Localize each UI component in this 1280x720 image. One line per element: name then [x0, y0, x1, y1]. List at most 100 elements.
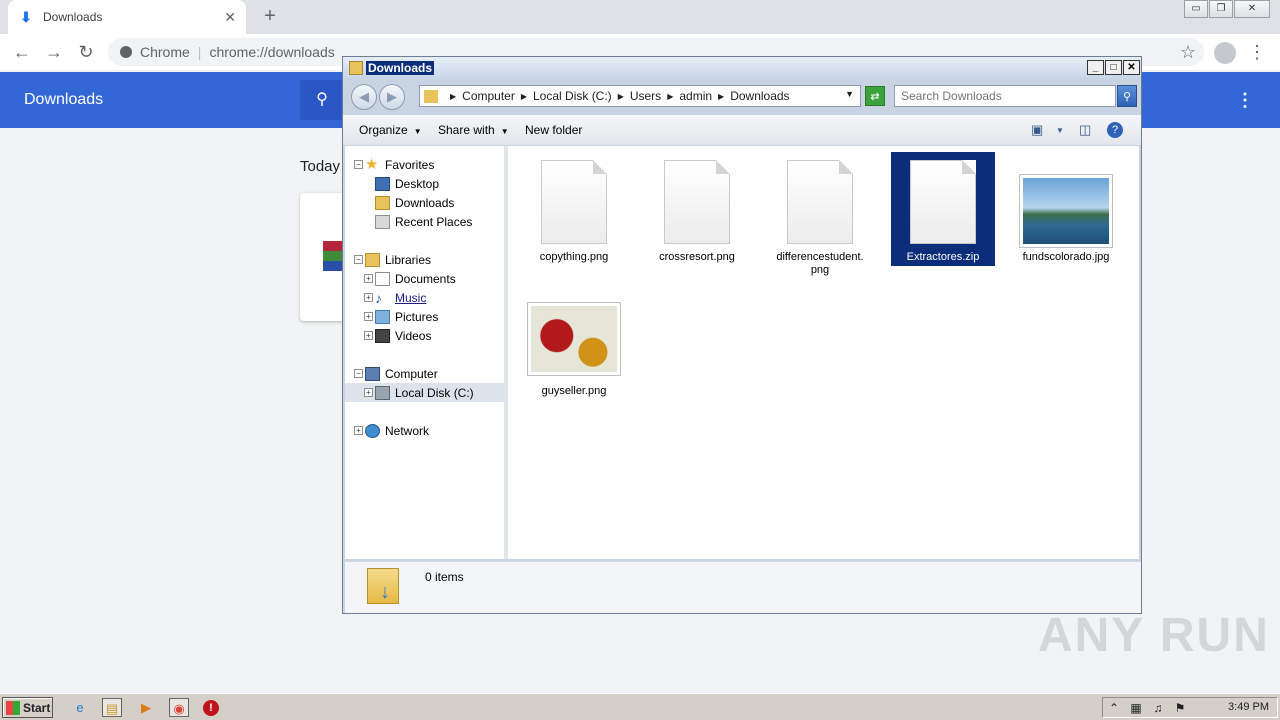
expand-icon[interactable]: +: [364, 274, 373, 283]
explorer-back-button[interactable]: ◀: [351, 84, 377, 110]
nav-pictures[interactable]: + Pictures: [345, 307, 504, 326]
landscape-thumbnail: [1019, 174, 1113, 248]
start-button[interactable]: Start: [2, 697, 53, 718]
explorer-titlebar[interactable]: Downloads _ □ ✕: [343, 57, 1141, 79]
chrome-taskbar-icon[interactable]: ◉: [169, 698, 189, 717]
file-item-selected[interactable]: Extractores.zip: [891, 152, 995, 266]
nav-documents[interactable]: + Documents: [345, 269, 504, 288]
site-info-icon[interactable]: [120, 46, 132, 58]
nav-label: Local Disk (C:): [395, 385, 474, 400]
refresh-icon[interactable]: ⇄: [865, 86, 885, 106]
generic-file-icon: [664, 160, 730, 244]
internet-explorer-icon[interactable]: e: [70, 698, 90, 717]
nav-label: Downloads: [395, 195, 455, 210]
pictures-icon: [375, 309, 390, 324]
nav-local-disk[interactable]: + Local Disk (C:): [345, 383, 504, 402]
help-icon[interactable]: ?: [1107, 122, 1123, 138]
close-tab-icon[interactable]: ✕: [224, 9, 236, 26]
explorer-taskbar-icon[interactable]: ▤: [102, 698, 122, 717]
expand-icon[interactable]: +: [364, 331, 373, 340]
collapse-icon[interactable]: −: [354, 369, 363, 378]
file-item[interactable]: differencestudent. png: [768, 152, 872, 278]
chrome-tab-strip: ⬇ Downloads ✕ + ▭ ❐ ✕: [0, 0, 1280, 34]
forward-button[interactable]: →: [42, 40, 66, 64]
file-item[interactable]: crossresort.png: [645, 152, 749, 264]
chevron-down-icon[interactable]: ▼: [1056, 126, 1064, 135]
network-tray-icon[interactable]: ▦: [1125, 701, 1147, 715]
search-icon[interactable]: ⚲: [1117, 85, 1137, 107]
explorer-close-button[interactable]: ✕: [1123, 60, 1140, 75]
collapse-icon[interactable]: −: [354, 255, 363, 264]
minimize-window-button[interactable]: ▭: [1184, 0, 1208, 18]
flowers-thumbnail: [527, 302, 621, 376]
volume-icon[interactable]: ♫: [1147, 701, 1169, 715]
documents-icon: [375, 271, 390, 286]
watermark: ANY RUN: [1038, 609, 1270, 662]
tab-downloads[interactable]: ⬇ Downloads ✕: [8, 0, 246, 34]
breadcrumb-item[interactable]: Downloads: [730, 89, 789, 103]
explorer-forward-button[interactable]: ▶: [379, 84, 405, 110]
restore-window-button[interactable]: ❐: [1209, 0, 1233, 18]
collapse-icon[interactable]: −: [354, 160, 363, 169]
clock[interactable]: 3:49 PM: [1228, 701, 1269, 713]
generic-file-icon: [541, 160, 607, 244]
action-center-flag-icon[interactable]: ⚑: [1169, 701, 1191, 715]
chevron-right-icon[interactable]: ▶: [667, 92, 673, 101]
chevron-right-icon[interactable]: ▶: [450, 92, 456, 101]
file-item[interactable]: copything.png: [522, 152, 626, 264]
new-folder-button[interactable]: New folder: [525, 123, 582, 137]
command-bar: Organize ▼ Share with ▼ New folder ▣ ▼ ◫ ?: [343, 115, 1141, 145]
drive-icon: [375, 385, 390, 400]
breadcrumb-item[interactable]: admin: [679, 89, 712, 103]
chevron-right-icon[interactable]: ▶: [618, 92, 624, 101]
file-item[interactable]: fundscolorado.jpg: [1014, 152, 1118, 264]
bookmark-star-icon[interactable]: ☆: [1180, 42, 1196, 63]
chevron-right-icon[interactable]: ▶: [718, 92, 724, 101]
change-view-icon[interactable]: ▣: [1031, 122, 1043, 138]
system-tray: ⌃ ▦ ♫ ⚑ 3:49 PM: [1102, 697, 1278, 718]
media-player-icon[interactable]: ▶: [136, 698, 156, 717]
breadcrumb-item[interactable]: Computer: [462, 89, 515, 103]
expand-icon[interactable]: +: [364, 293, 373, 302]
desktop-icon: [375, 176, 390, 191]
new-folder-label: New folder: [525, 123, 583, 137]
breadcrumb-item[interactable]: Local Disk (C:): [533, 89, 612, 103]
chrome-menu-icon[interactable]: ⋮: [1248, 42, 1266, 63]
share-with-menu[interactable]: Share with ▼: [438, 123, 509, 137]
search-input[interactable]: [894, 85, 1116, 107]
search-icon[interactable]: ⚲: [300, 80, 344, 120]
file-item[interactable]: guyseller.png: [522, 296, 626, 400]
security-alert-icon[interactable]: !: [203, 700, 219, 716]
nav-recent-places[interactable]: Recent Places: [345, 212, 504, 231]
nav-downloads[interactable]: Downloads: [345, 193, 504, 212]
preview-pane-icon[interactable]: ◫: [1079, 122, 1091, 138]
nav-favorites[interactable]: − ★ Favorites: [345, 155, 504, 174]
back-button[interactable]: ←: [10, 40, 34, 64]
nav-desktop[interactable]: Desktop: [345, 174, 504, 193]
nav-videos[interactable]: + Videos: [345, 326, 504, 345]
nav-computer[interactable]: − Computer: [345, 364, 504, 383]
nav-libraries[interactable]: − Libraries: [345, 250, 504, 269]
close-window-button[interactable]: ✕: [1234, 0, 1270, 18]
nav-music[interactable]: + ♪ Music: [345, 288, 504, 307]
explorer-minimize-button[interactable]: _: [1087, 60, 1104, 75]
nav-label: Pictures: [395, 309, 439, 324]
explorer-breadcrumb[interactable]: ▶ Computer ▶ Local Disk (C:) ▶ Users ▶ a…: [419, 85, 861, 107]
profile-avatar[interactable]: [1214, 42, 1236, 64]
breadcrumb-item[interactable]: Users: [630, 89, 661, 103]
expand-icon[interactable]: +: [364, 388, 373, 397]
nav-network[interactable]: + Network: [345, 421, 504, 440]
libraries-icon: [365, 252, 380, 267]
expand-icon[interactable]: +: [364, 312, 373, 321]
chevron-up-icon[interactable]: ⌃: [1103, 701, 1125, 715]
chevron-right-icon[interactable]: ▶: [521, 92, 527, 101]
expand-icon[interactable]: +: [354, 426, 363, 435]
organize-menu[interactable]: Organize ▼: [359, 123, 422, 137]
new-tab-button[interactable]: +: [258, 4, 282, 28]
explorer-maximize-button[interactable]: □: [1105, 60, 1122, 75]
chevron-down-icon[interactable]: ▼: [845, 89, 854, 99]
windows-logo-icon: [6, 700, 20, 715]
nav-label: Recent Places: [395, 214, 473, 229]
more-actions-icon[interactable]: ⋮: [1236, 90, 1254, 111]
reload-button[interactable]: ↻: [74, 40, 98, 64]
